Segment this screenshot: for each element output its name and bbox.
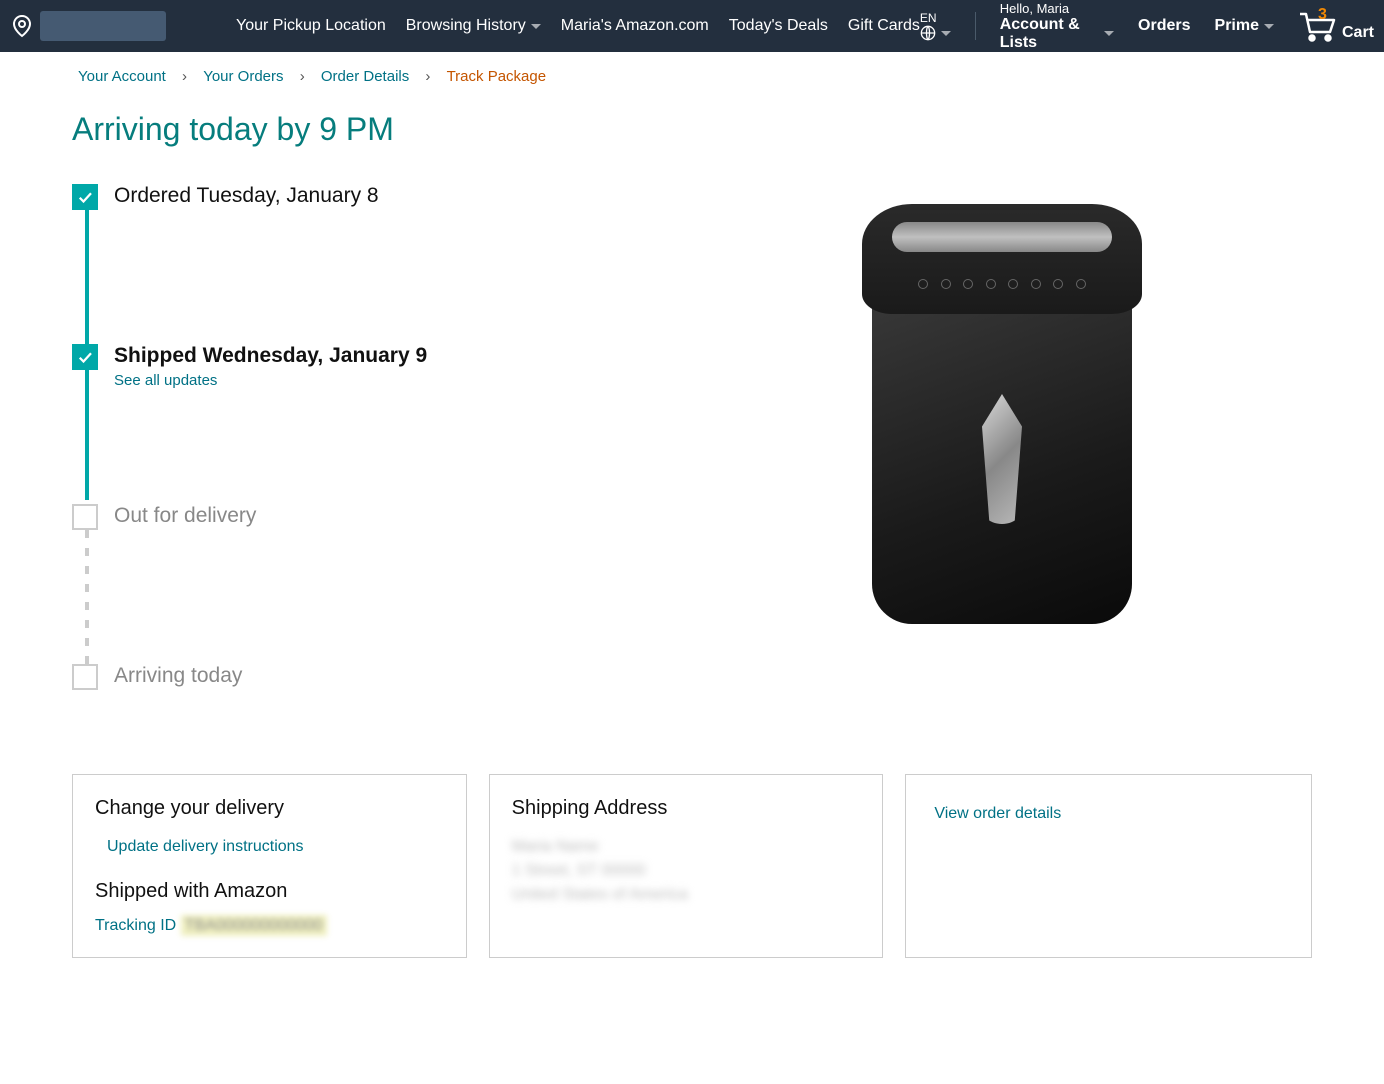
account-menu[interactable]: Hello, Maria Account & Lists	[1000, 1, 1114, 52]
order-details-card: View order details	[905, 774, 1312, 958]
chevron-down-icon	[1104, 31, 1114, 36]
breadcrumb-account[interactable]: Your Account	[78, 68, 166, 85]
timeline-connector	[85, 210, 89, 344]
top-nav: Your Pickup Location Browsing History Ma…	[0, 0, 1384, 52]
greeting: Hello, Maria	[1000, 1, 1114, 16]
breadcrumb: Your Account › Your Orders › Order Detai…	[0, 52, 1384, 101]
chevron-down-icon	[941, 31, 951, 36]
location-selector[interactable]	[10, 11, 166, 41]
product-image[interactable]	[832, 184, 1172, 634]
tracking-id-value: TBA000000000000	[181, 915, 327, 936]
language-code: EN	[920, 11, 937, 25]
delivery-headline: Arriving today by 9 PM	[72, 111, 1312, 148]
step-ordered-label: Ordered Tuesday, January 8	[114, 184, 379, 208]
breadcrumb-separator: ›	[300, 68, 305, 85]
nav-orders[interactable]: Orders	[1138, 17, 1190, 35]
cart-count: 3	[1318, 6, 1327, 24]
step-shipped: Shipped Wednesday, January 9 See all upd…	[72, 344, 632, 504]
empty-checkbox-icon	[72, 504, 98, 530]
cart-label: Cart	[1342, 24, 1374, 42]
globe-icon	[920, 25, 936, 41]
product-image-area	[692, 184, 1312, 694]
view-order-details-link[interactable]: View order details	[934, 805, 1283, 823]
info-cards: Change your delivery Update delivery ins…	[72, 774, 1312, 958]
cart-button[interactable]: 3 Cart	[1298, 10, 1374, 42]
chevron-down-icon	[531, 24, 541, 29]
update-delivery-instructions-link[interactable]: Update delivery instructions	[107, 838, 444, 856]
nav-pickup[interactable]: Your Pickup Location	[236, 17, 386, 35]
step-out-for-delivery: Out for delivery	[72, 504, 632, 664]
see-all-updates-link[interactable]: See all updates	[114, 372, 427, 389]
nav-todays-deals[interactable]: Today's Deals	[729, 17, 828, 35]
timeline-connector	[85, 370, 89, 500]
shipping-address-card: Shipping Address Maria Name 1 Street, ST…	[489, 774, 884, 958]
address-line: 1 Street, ST 00000	[512, 862, 861, 880]
nav-prime[interactable]: Prime	[1215, 17, 1274, 35]
chevron-down-icon	[1264, 24, 1274, 29]
tracking-id-row[interactable]: Tracking ID TBA000000000000	[95, 917, 444, 935]
address-line: Maria Name	[512, 838, 861, 856]
nav-links: Your Pickup Location Browsing History Ma…	[236, 17, 920, 35]
nav-right: EN Hello, Maria Account & Lists Orders P…	[920, 1, 1374, 52]
step-arriving-label: Arriving today	[114, 664, 242, 688]
breadcrumb-separator: ›	[425, 68, 430, 85]
timeline-connector	[85, 530, 89, 664]
location-box	[40, 11, 166, 41]
nav-browsing-history[interactable]: Browsing History	[406, 17, 541, 35]
divider	[975, 12, 976, 40]
nav-user-store[interactable]: Maria's Amazon.com	[561, 17, 709, 35]
step-out-label: Out for delivery	[114, 504, 256, 528]
step-arriving: Arriving today	[72, 664, 632, 694]
change-delivery-card: Change your delivery Update delivery ins…	[72, 774, 467, 958]
language-selector[interactable]: EN	[920, 11, 951, 41]
empty-checkbox-icon	[72, 664, 98, 690]
address-line: United States of America	[512, 886, 861, 904]
shipping-address-title: Shipping Address	[512, 797, 861, 820]
location-pin-icon	[10, 14, 34, 38]
tracking-timeline: Ordered Tuesday, January 8 Shipped Wedne…	[72, 184, 632, 694]
tracking-id-label: Tracking ID	[95, 917, 176, 934]
step-shipped-label: Shipped Wednesday, January 9	[114, 344, 427, 368]
breadcrumb-order-details[interactable]: Order Details	[321, 68, 409, 85]
check-icon	[72, 184, 98, 210]
change-delivery-title: Change your delivery	[95, 797, 444, 820]
step-ordered: Ordered Tuesday, January 8	[72, 184, 632, 344]
breadcrumb-orders[interactable]: Your Orders	[203, 68, 283, 85]
breadcrumb-separator: ›	[182, 68, 187, 85]
check-icon	[72, 344, 98, 370]
shipped-with-title: Shipped with Amazon	[95, 880, 444, 903]
main-content: Arriving today by 9 PM Ordered Tuesday, …	[0, 101, 1384, 998]
breadcrumb-current: Track Package	[447, 68, 547, 85]
nav-gift-cards[interactable]: Gift Cards	[848, 17, 920, 35]
